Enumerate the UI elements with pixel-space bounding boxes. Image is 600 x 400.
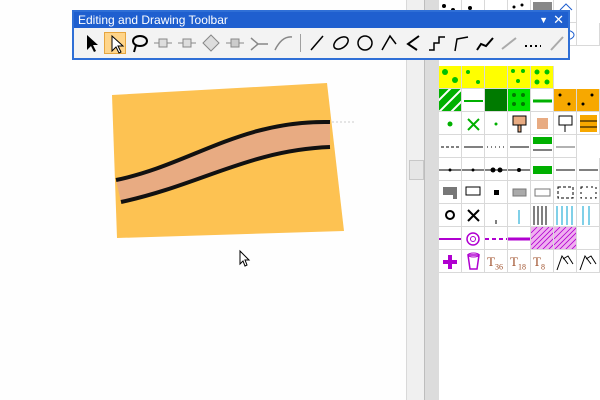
symbol-dashed-box[interactable] <box>554 181 577 204</box>
move-vertex-icon[interactable] <box>200 32 222 54</box>
symbol-gray-box[interactable] <box>508 181 531 204</box>
symbol-palette: T36 T18 T8 <box>439 0 600 400</box>
map-drawing[interactable] <box>0 0 406 400</box>
symbol-green-hatch[interactable] <box>439 89 462 112</box>
smooth-icon[interactable] <box>498 32 520 54</box>
symbol-orange-dots-2[interactable] <box>577 89 600 112</box>
bezier-icon[interactable] <box>402 32 424 54</box>
symbol-dashed-box-2[interactable] <box>577 181 600 204</box>
toolbar-title: Editing and Drawing Toolbar <box>78 13 228 27</box>
symbol-black-cross[interactable] <box>462 204 485 227</box>
pen-icon[interactable] <box>546 32 568 54</box>
symbol-magenta-thick[interactable] <box>508 227 531 250</box>
dotted-line-icon[interactable] <box>522 32 544 54</box>
toolbar-separator <box>300 34 301 52</box>
symbol-magenta-target[interactable] <box>462 227 485 250</box>
vertical-scrollbar[interactable] <box>406 0 424 400</box>
symbol-shape[interactable] <box>531 112 554 135</box>
symbol-line-plain[interactable] <box>554 158 577 181</box>
symbol-flag-text-2[interactable] <box>577 250 600 273</box>
symbol-dot-line[interactable] <box>439 158 462 181</box>
scroll-thumb[interactable] <box>409 160 424 180</box>
symbol-cyan-lines[interactable] <box>554 204 577 227</box>
select-arrow-icon[interactable] <box>80 32 102 54</box>
editing-drawing-toolbar[interactable]: Editing and Drawing Toolbar ▼ ✕ <box>72 10 570 60</box>
edit-select-icon[interactable] <box>104 32 126 54</box>
symbol-dash-line[interactable] <box>439 135 462 158</box>
join-icon[interactable] <box>248 32 270 54</box>
symbol-cyan-lines-2[interactable] <box>577 204 600 227</box>
symbol-green-thick-line[interactable] <box>531 89 554 112</box>
map-canvas[interactable] <box>0 0 406 400</box>
symbol-green-line[interactable] <box>462 89 485 112</box>
lasso-icon[interactable] <box>128 32 150 54</box>
symbol-magenta-hatch[interactable] <box>531 227 554 250</box>
symbol-text-18[interactable]: T18 <box>508 250 531 273</box>
symbol-dark-green[interactable] <box>485 89 508 112</box>
symbol-tag[interactable] <box>508 112 531 135</box>
add-vertex-icon[interactable] <box>152 32 174 54</box>
delete-vertex-icon[interactable] <box>176 32 198 54</box>
symbol-line-plain-2[interactable] <box>577 158 600 181</box>
symbol-yellow-dense[interactable] <box>508 66 531 89</box>
symbol-dot-line-2[interactable] <box>462 158 485 181</box>
sketch-icon[interactable] <box>474 32 496 54</box>
symbol-magenta-plus[interactable] <box>439 250 462 273</box>
symbol-green-point[interactable] <box>439 112 462 135</box>
symbol-extra[interactable] <box>577 23 600 46</box>
symbol-magenta-cup[interactable] <box>462 250 485 273</box>
symbol-bead-line[interactable] <box>485 158 508 181</box>
ellipse-icon[interactable] <box>330 32 352 54</box>
symbol-cyan-tick[interactable] <box>508 204 531 227</box>
symbol-bead-line-2[interactable] <box>508 158 531 181</box>
polyline-icon[interactable] <box>450 32 472 54</box>
panel-splitter[interactable] <box>424 0 440 400</box>
symbol-green-cross[interactable] <box>462 112 485 135</box>
symbol-green-small-dot[interactable] <box>485 112 508 135</box>
symbol-magenta-hatch-2[interactable] <box>554 227 577 250</box>
symbol-green-block[interactable] <box>531 158 554 181</box>
symbol-small-square[interactable] <box>485 181 508 204</box>
step-line-icon[interactable] <box>426 32 448 54</box>
symbol-flag-text[interactable] <box>554 250 577 273</box>
symbol-yellow[interactable] <box>485 66 508 89</box>
circle-icon[interactable] <box>354 32 376 54</box>
line-icon[interactable] <box>306 32 328 54</box>
symbol-box-outline[interactable] <box>462 181 485 204</box>
toolbar-title-bar[interactable]: Editing and Drawing Toolbar ▼ ✕ <box>74 12 568 28</box>
symbol-green-bar[interactable] <box>531 135 554 158</box>
symbol-dotted-line[interactable] <box>485 135 508 158</box>
symbol-magenta-dash[interactable] <box>485 227 508 250</box>
symbol-magenta-line[interactable] <box>439 227 462 250</box>
symbol-stairs[interactable] <box>577 112 600 135</box>
toolbar-menu-icon[interactable]: ▼ <box>539 12 548 28</box>
split-icon[interactable] <box>224 32 246 54</box>
symbol-tick[interactable] <box>485 204 508 227</box>
symbol-thin-line[interactable] <box>462 135 485 158</box>
symbol-ring[interactable] <box>439 204 462 227</box>
symbol-yellow-dots[interactable] <box>462 66 485 89</box>
symbol-solid-line[interactable] <box>508 135 531 158</box>
symbol-empty[interactable] <box>577 227 600 250</box>
symbol-sign[interactable] <box>554 112 577 135</box>
reshape-icon[interactable] <box>272 32 294 54</box>
symbol-yellow-grid[interactable] <box>531 66 554 89</box>
symbol-vertical-lines[interactable] <box>531 204 554 227</box>
symbol-gray-line[interactable] <box>554 135 577 158</box>
symbol-white-box[interactable] <box>531 181 554 204</box>
arc-icon[interactable] <box>378 32 400 54</box>
close-icon[interactable]: ✕ <box>553 12 564 28</box>
symbol-shadow-box[interactable] <box>439 181 462 204</box>
symbol-orange-dots[interactable] <box>554 89 577 112</box>
mouse-cursor-icon <box>239 249 251 267</box>
symbol-text-8[interactable]: T8 <box>531 250 554 273</box>
symbol-yellow-green-dots[interactable] <box>439 66 462 89</box>
symbol-text-36[interactable]: T36 <box>485 250 508 273</box>
symbol-green-dots[interactable] <box>508 89 531 112</box>
